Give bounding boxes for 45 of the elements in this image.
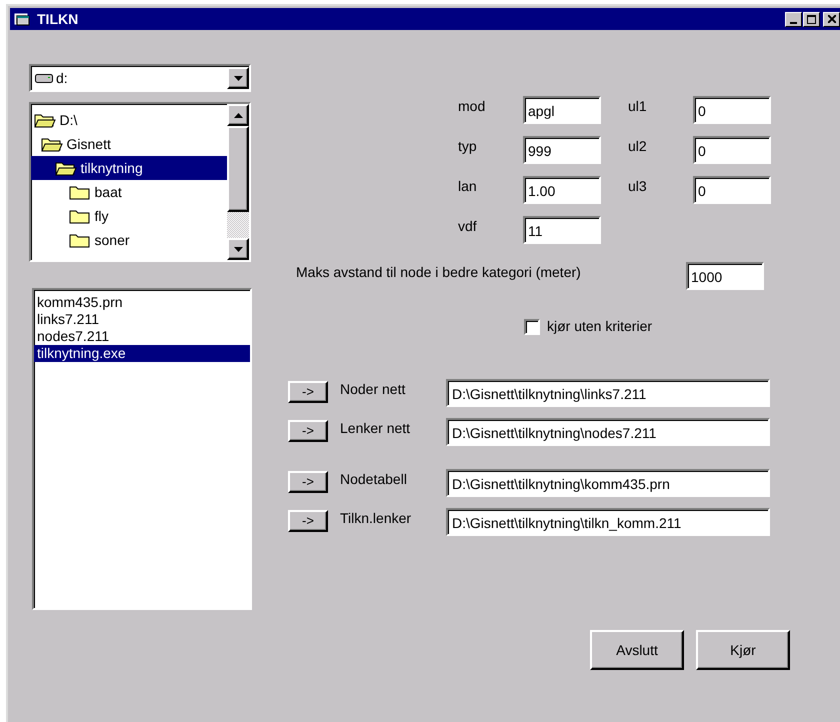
dialog-button[interactable]: Kjør bbox=[696, 630, 790, 670]
field-label: typ bbox=[458, 137, 478, 156]
input-field[interactable]: apgl bbox=[523, 96, 601, 124]
path-field[interactable]: D:\Gisnett\tilknytning\tilkn_komm.211 bbox=[446, 508, 770, 536]
field-label: mod bbox=[458, 97, 486, 116]
directory-item[interactable]: D:\ bbox=[31, 108, 227, 132]
directory-item[interactable]: fly bbox=[31, 204, 227, 228]
window-title: TILKN bbox=[37, 10, 78, 28]
path-label: Lenker nett bbox=[339, 419, 412, 438]
path-field[interactable]: D:\Gisnett\tilknytning\links7.211 bbox=[446, 379, 770, 407]
path-field[interactable]: D:\Gisnett\tilknytning\komm435.prn bbox=[446, 469, 770, 497]
input-field[interactable]: 11 bbox=[523, 216, 601, 244]
file-list[interactable]: komm435.prn links7.211 nodes7.211 tilknytning.exe bbox=[32, 288, 252, 610]
arrow-button[interactable]: -> bbox=[288, 381, 328, 403]
arrow-button[interactable]: -> bbox=[288, 420, 328, 442]
file-item[interactable]: komm435.prn bbox=[34, 294, 250, 310]
input-field[interactable]: 1.00 bbox=[523, 176, 601, 204]
directory-item[interactable]: soner bbox=[31, 228, 227, 252]
drive-dropdown[interactable]: d: bbox=[29, 64, 251, 92]
file-item[interactable]: links7.211 bbox=[34, 310, 250, 328]
file-item[interactable]: tilknytning.exe bbox=[34, 344, 250, 362]
field-label: ul2 bbox=[628, 137, 648, 156]
distance-label: Maks avstand til node i bedre kategori (meter) bbox=[295, 263, 582, 282]
input-field[interactable]: 0 bbox=[693, 136, 771, 164]
directory-list[interactable]: D:\ Gisnett tilknytning baat fly soner bbox=[29, 102, 251, 262]
input-field[interactable]: 999 bbox=[523, 136, 601, 164]
distance-field[interactable]: 1000 bbox=[686, 262, 764, 290]
path-label: Nodetabell bbox=[339, 470, 408, 489]
checkbox-label: kjør uten kriterier bbox=[547, 317, 652, 336]
arrow-button[interactable]: -> bbox=[288, 510, 328, 532]
arrow-button[interactable]: -> bbox=[288, 471, 328, 493]
field-label: lan bbox=[458, 177, 478, 196]
dialog-button[interactable]: Avslutt bbox=[590, 630, 684, 670]
directory-item[interactable]: baat bbox=[31, 180, 227, 204]
field-label: ul1 bbox=[628, 97, 648, 116]
input-field[interactable]: 0 bbox=[693, 96, 771, 124]
field-label: vdf bbox=[458, 217, 478, 236]
directory-item[interactable]: tilknytning bbox=[31, 156, 227, 180]
input-field[interactable]: 0 bbox=[693, 176, 771, 204]
path-field[interactable]: D:\Gisnett\tilknytning\nodes7.211 bbox=[446, 418, 770, 446]
file-item[interactable]: nodes7.211 bbox=[34, 328, 250, 344]
path-label: Tilkn.lenker bbox=[339, 509, 412, 528]
field-label: ul3 bbox=[628, 177, 648, 196]
path-label: Noder nett bbox=[339, 380, 406, 399]
directory-item[interactable]: Gisnett bbox=[31, 132, 227, 156]
